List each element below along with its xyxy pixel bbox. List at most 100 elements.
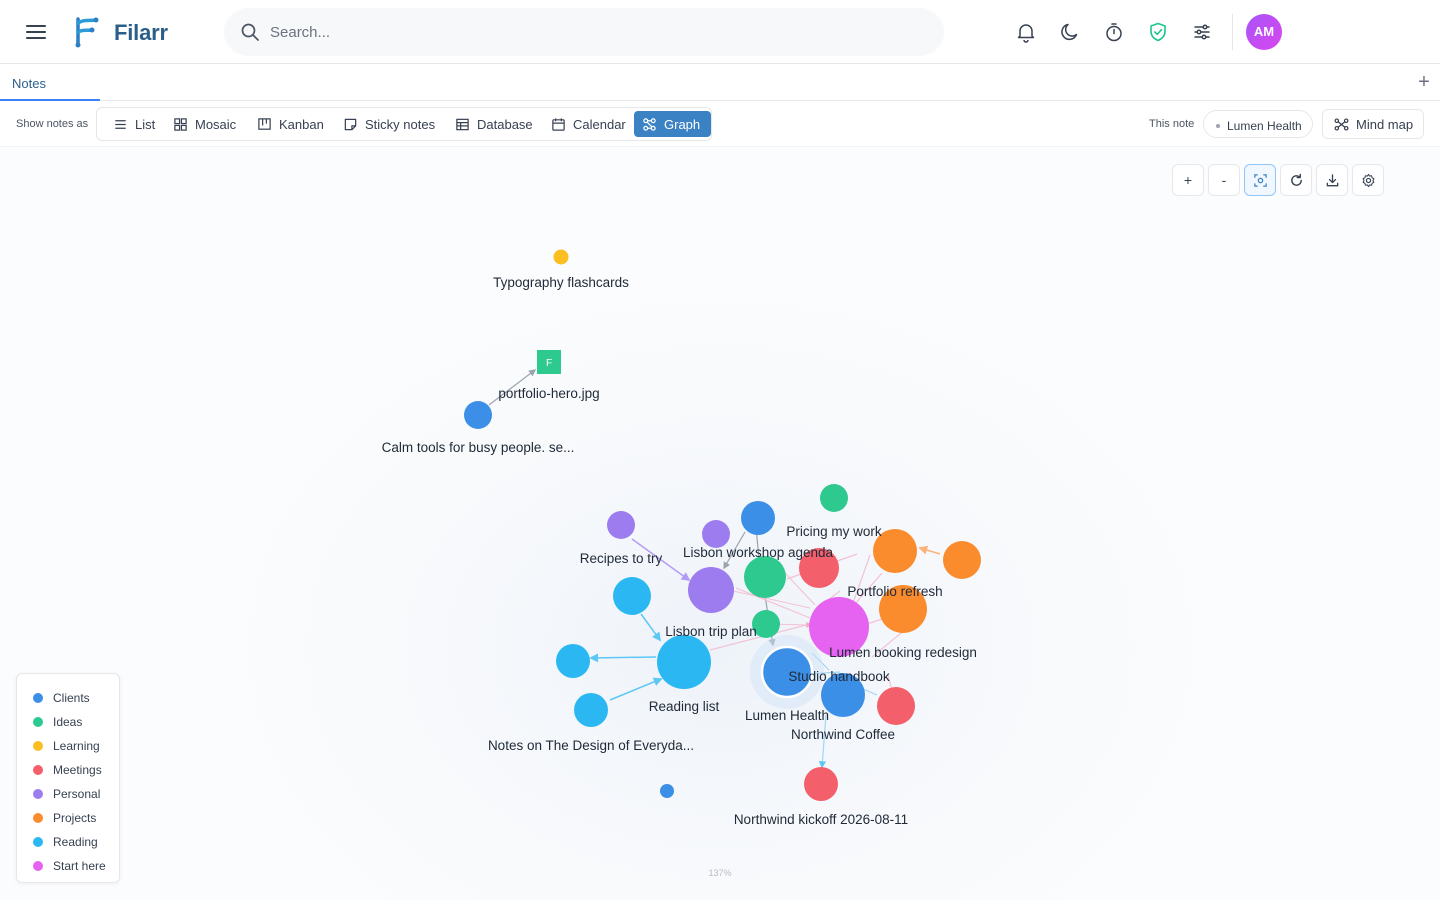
view-database-label: Database <box>477 116 533 132</box>
view-database-button[interactable]: Database <box>447 111 541 137</box>
tab-notes[interactable]: Notes <box>0 65 100 101</box>
zoom-in-button[interactable]: + <box>1172 164 1204 196</box>
node-ideas[interactable] <box>820 484 848 512</box>
node-personal[interactable] <box>607 511 635 539</box>
moon-icon[interactable] <box>1059 21 1081 43</box>
node-label: Lumen booking redesign <box>829 645 977 660</box>
search-bar[interactable] <box>224 8 944 56</box>
note-graph[interactable]: F Typography flashcards portfolio-hero.j… <box>0 148 1440 900</box>
calendar-icon <box>552 117 565 131</box>
graph-settings-button[interactable] <box>1352 164 1384 196</box>
user-avatar[interactable]: AM <box>1246 14 1282 50</box>
show-notes-as-label: Show notes as <box>16 118 89 130</box>
view-list-label: List <box>135 116 156 132</box>
node-reading[interactable] <box>613 577 651 615</box>
sliders-icon[interactable] <box>1191 21 1213 43</box>
bell-icon[interactable] <box>1015 21 1037 43</box>
fit-view-icon <box>1253 173 1267 187</box>
node-clients[interactable] <box>741 501 775 535</box>
legend-item-personal[interactable]: Personal <box>17 782 119 806</box>
legend-item-learning[interactable]: Learning <box>17 734 119 758</box>
legend-label: Reading <box>53 835 98 849</box>
view-mosaic-button[interactable]: Mosaic <box>165 111 244 137</box>
node-personal[interactable] <box>702 520 730 548</box>
node-ideas[interactable] <box>744 556 786 598</box>
node-meetings[interactable] <box>804 767 838 801</box>
legend-label: Meetings <box>53 763 102 777</box>
graph-nodes: F <box>464 249 981 801</box>
view-bar: Show notes as List Mosaic Kanban Sticky … <box>0 101 1440 147</box>
edge <box>918 545 941 555</box>
legend-item-projects[interactable]: Projects <box>17 806 119 830</box>
node-personal[interactable] <box>688 567 734 613</box>
this-note-label: This note <box>1149 118 1195 130</box>
node-label: Reading list <box>649 699 720 714</box>
node-projects[interactable] <box>943 541 981 579</box>
shield-check-icon[interactable] <box>1147 21 1169 43</box>
mind-map-label: Mind map <box>1356 116 1414 132</box>
node-label: Studio handbook <box>788 669 890 684</box>
node-reading[interactable] <box>657 635 711 689</box>
view-calendar-button[interactable]: Calendar <box>543 111 634 137</box>
node-label: Pricing my work <box>786 524 882 539</box>
sticky-note-icon <box>344 118 357 130</box>
zoom-out-button[interactable]: - <box>1208 164 1240 196</box>
legend-label: Personal <box>53 787 101 801</box>
file-badge-letter: F <box>546 358 552 369</box>
view-kanban-button[interactable]: Kanban <box>249 111 332 137</box>
legend-item-meetings[interactable]: Meetings <box>17 758 119 782</box>
mind-map-button[interactable]: Mind map <box>1322 109 1424 139</box>
edge <box>640 613 662 642</box>
view-list-button[interactable]: List <box>105 111 163 137</box>
download-button[interactable] <box>1316 164 1348 196</box>
legend-label: Start here <box>53 859 106 873</box>
timer-icon[interactable] <box>1103 21 1125 43</box>
graph-icon <box>643 117 656 131</box>
search-input[interactable] <box>270 20 910 44</box>
node-clients[interactable] <box>464 401 492 429</box>
node-label: Notes on The Design of Everyda... <box>488 738 694 753</box>
note-chip-dot <box>1216 124 1220 128</box>
node-reading[interactable] <box>556 644 590 678</box>
graph-legend: Clients Ideas Learning Meetings Personal… <box>16 673 120 883</box>
download-icon <box>1326 173 1338 186</box>
node-reading[interactable] <box>574 693 608 727</box>
legend-swatch <box>33 693 43 703</box>
legend-label: Clients <box>53 691 90 705</box>
node-label: Northwind Coffee <box>791 727 895 742</box>
legend-item-clients[interactable]: Clients <box>17 686 119 710</box>
view-kanban-label: Kanban <box>279 116 324 132</box>
view-sticky-notes-button[interactable]: Sticky notes <box>335 111 443 137</box>
legend-item-start-here[interactable]: Start here <box>17 854 119 878</box>
add-tab-button[interactable]: + <box>1414 72 1434 93</box>
node-clients[interactable] <box>660 784 674 798</box>
legend-swatch <box>33 741 43 751</box>
zoom-level-indicator: 137% <box>708 868 732 878</box>
node-label: Calm tools for busy people. se... <box>382 440 575 455</box>
node-learning[interactable] <box>553 249 569 265</box>
refresh-button[interactable] <box>1280 164 1312 196</box>
node-label: Recipes to try <box>580 551 663 566</box>
table-icon <box>456 118 469 130</box>
filarr-logo-icon <box>75 17 99 48</box>
legend-swatch <box>33 765 43 775</box>
node-label: portfolio-hero.jpg <box>498 386 599 401</box>
graph-canvas[interactable]: F Typography flashcards portfolio-hero.j… <box>0 148 1440 900</box>
view-calendar-label: Calendar <box>573 116 626 132</box>
node-label: Portfolio refresh <box>847 584 942 599</box>
legend-item-ideas[interactable]: Ideas <box>17 710 119 734</box>
node-meetings[interactable] <box>877 687 915 725</box>
view-graph-button[interactable]: Graph <box>634 111 711 137</box>
fit-view-button[interactable] <box>1244 164 1276 196</box>
refresh-icon <box>1290 173 1302 186</box>
legend-item-reading[interactable]: Reading <box>17 830 119 854</box>
node-label: Lumen Health <box>745 708 829 723</box>
hamburger-menu-icon[interactable] <box>24 20 48 44</box>
node-label: Lisbon workshop agenda <box>683 545 834 560</box>
view-switcher: List Mosaic Kanban Sticky notes Database… <box>96 107 712 141</box>
brand-name: Filarr <box>114 20 168 45</box>
current-note-chip[interactable]: Lumen Health <box>1203 110 1313 138</box>
search-icon <box>241 23 259 41</box>
legend-swatch <box>33 813 43 823</box>
legend-swatch <box>33 837 43 847</box>
